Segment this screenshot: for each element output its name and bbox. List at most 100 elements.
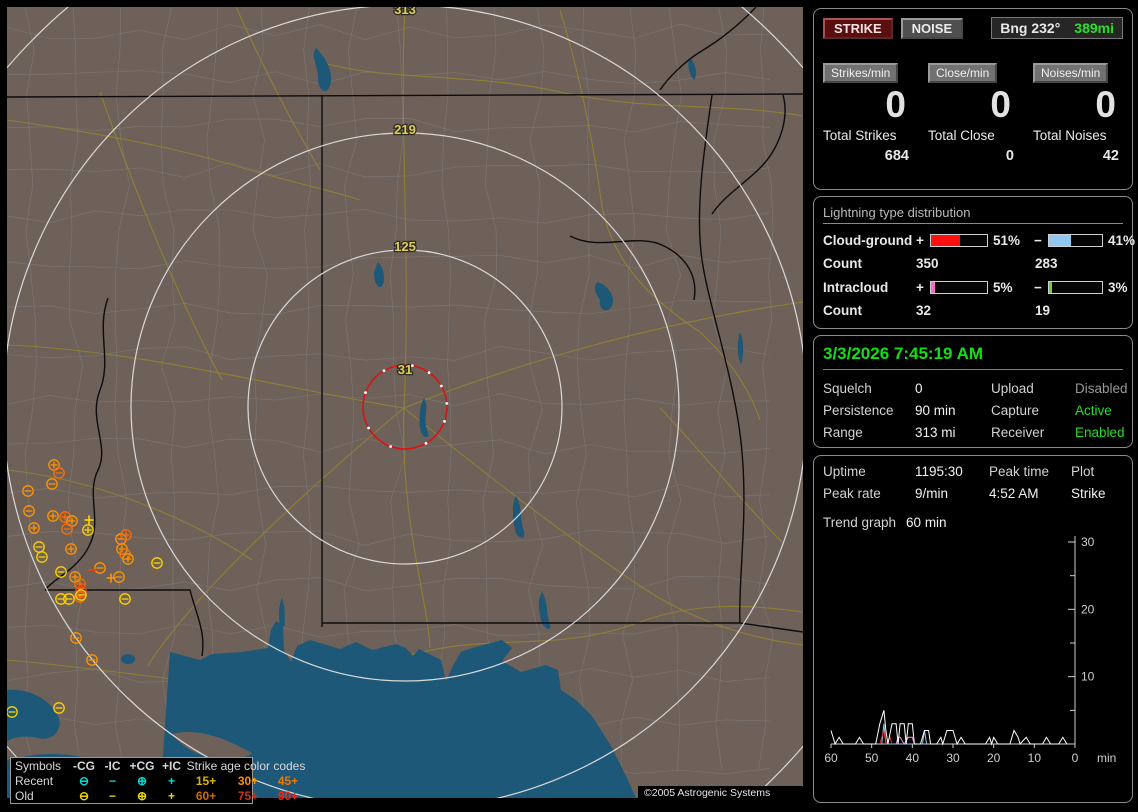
cg-plus-bar [930,234,988,247]
svg-text:10: 10 [1028,751,1042,765]
squelch-label: Squelch [823,381,872,396]
map-canvas[interactable]: 31321912531 [0,0,810,812]
recent-ic-minus-icon: − [108,774,116,788]
capture-label: Capture [991,403,1040,418]
distribution-title: Lightning type distribution [823,205,1123,224]
svg-text:219: 219 [394,122,416,137]
cg-plus-count: 350 [916,256,939,271]
peak-rate-label: Peak rate [823,486,881,501]
trend-panel: Uptime 1195:30 Peak time Plot Peak rate … [813,455,1133,803]
age-90: 90+ [277,789,299,803]
svg-text:10: 10 [1081,670,1095,684]
lightning-detector-app: 313 219 125 31 Symbols -CG -IC +CG +IC Stri… [0,0,1138,812]
noise-button[interactable]: NOISE [900,17,964,39]
ic-minus-sign: − [1034,280,1042,295]
legend-col-neg-ic: -IC [104,759,121,773]
age-45: 45+ [277,774,299,788]
legend-col-neg-cg: -CG [73,759,95,773]
age-15: 15+ [195,774,217,788]
total-close-label: Total Close [928,128,995,143]
strikes-counter-column: Strikes/min 0 Total Strikes 684 [823,63,913,164]
current-datetime: 3/3/2026 7:45:19 AM [823,344,1123,370]
persistence-label: Persistence [823,403,894,418]
range-value: 313 mi [915,425,956,440]
peak-time-value: 4:52 AM [989,486,1039,501]
old-cg-minus-icon: ⊖ [78,789,90,803]
range-label: Range [823,425,863,440]
strikes-per-min-badge[interactable]: Strikes/min [823,63,899,83]
legend-col-pos-ic: +IC [161,759,181,773]
strike-legend: Symbols -CG -IC +CG +IC Strike age color… [10,757,305,804]
noises-per-min-badge[interactable]: Noises/min [1033,63,1109,83]
svg-text:0: 0 [1072,751,1079,765]
svg-text:min: min [1097,751,1116,765]
ic-plus-pct: 5% [993,280,1013,295]
cg-minus-sign: − [1034,233,1042,248]
close-per-min-badge[interactable]: Close/min [928,63,998,83]
peak-time-label: Peak time [989,464,1050,479]
svg-text:30: 30 [946,751,960,765]
ic-plus-count: 32 [916,303,932,318]
svg-text:50: 50 [865,751,879,765]
cg-plus-pct: 51% [993,233,1021,248]
svg-text:40: 40 [906,751,920,765]
total-strikes-label: Total Strikes [823,128,897,143]
cg-minus-bar [1048,234,1103,247]
plot-mode-value: Strike [1071,486,1106,501]
legend-old-label: Old [15,789,34,803]
receiver-label: Receiver [991,425,1045,440]
receiver-status: Enabled [1075,425,1125,440]
legend-recent-label: Recent [15,774,54,788]
intracloud-label: Intracloud [823,280,889,295]
squelch-value: 0 [915,381,923,396]
svg-text:30: 30 [1081,535,1095,549]
close-rate-value: 0 [990,84,1011,125]
trend-graph-chart: 10 20 30 60 50 40 30 20 10 0 min [824,535,1116,765]
copyright-notice: ©2005 Astrogenic Systems [638,786,804,801]
total-close-value: 0 [1005,148,1014,164]
counters-panel: STRIKE NOISE Bng 232° 389mi Strikes/min … [813,8,1133,190]
trend-window-value: 60 min [906,515,947,530]
cg-count-label: Count [823,256,862,271]
svg-text:20: 20 [987,751,1001,765]
legend-symbols-header: Symbols [15,759,62,773]
legend-age-header: Strike age color codes [186,759,306,773]
age-30: 30+ [237,774,259,788]
old-cg-plus-icon: ⊕ [136,789,148,803]
persistence-value: 90 min [915,403,956,418]
close-counter-column: Close/min 0 Total Close 0 [928,63,1018,164]
ic-plus-bar [930,281,988,294]
bearing-distance: 389mi [1074,20,1114,36]
ic-minus-bar [1048,281,1103,294]
svg-text:125: 125 [394,239,416,254]
recent-ic-plus-icon: + [167,774,175,788]
cg-plus-sign: + [916,233,924,248]
svg-text:60: 60 [824,751,838,765]
ic-minus-count: 19 [1035,303,1051,318]
ic-minus-pct: 3% [1108,280,1128,295]
noises-counter-column: Noises/min 0 Total Noises 42 [1033,63,1123,164]
old-ic-plus-icon: + [167,789,175,803]
age-75: 75+ [237,789,259,803]
upload-status: Disabled [1075,381,1128,396]
strike-button[interactable]: STRIKE [823,17,893,39]
plot-label: Plot [1071,464,1095,479]
uptime-label: Uptime [823,464,866,479]
total-noises-value: 42 [1102,148,1119,164]
age-60: 60+ [195,789,217,803]
noises-rate-value: 0 [1095,84,1116,125]
peak-rate-value: 9/min [915,486,949,501]
cg-minus-pct: 41% [1108,233,1136,248]
lightning-distribution-panel: Lightning type distribution Cloud-ground… [813,196,1136,329]
total-noises-label: Total Noises [1033,128,1107,143]
trend-graph-label: Trend graph [823,515,897,530]
svg-text:31: 31 [398,362,412,377]
old-ic-minus-icon: − [108,789,116,803]
ic-plus-sign: + [916,280,924,295]
capture-status: Active [1075,403,1112,418]
legend-col-pos-cg: +CG [129,759,155,773]
svg-text:20: 20 [1081,602,1095,616]
cloud-ground-label: Cloud-ground [823,233,913,248]
uptime-value: 1195:30 [915,464,963,479]
ic-count-label: Count [823,303,862,318]
